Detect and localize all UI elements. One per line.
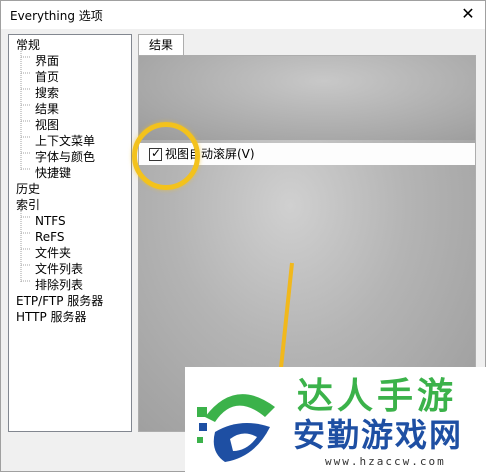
tree-item[interactable]: 上下文菜单 xyxy=(35,133,95,149)
tree-item[interactable]: 排除列表 xyxy=(35,277,83,293)
settings-tree[interactable]: 常规 界面 首页 搜索 结果 视图 上下文菜单 字体与颜色 快捷键 历史 索引 NTFS ReFS 文件夹… xyxy=(8,34,132,432)
tree-item[interactable]: 历史 xyxy=(16,181,40,197)
tree-item[interactable]: 索引 xyxy=(16,197,40,213)
tree-item[interactable]: 视图 xyxy=(35,117,59,133)
tab-results[interactable]: 结果 xyxy=(138,34,184,56)
tree-item[interactable]: ETP/FTP 服务器 xyxy=(16,293,103,309)
tree-item[interactable]: 文件列表 xyxy=(35,261,83,277)
watermark-main-text: 安勤游戏网 xyxy=(293,416,464,454)
highlight-circle xyxy=(132,122,200,190)
panel-blurred-area xyxy=(139,56,475,140)
tree-item[interactable]: 文件夹 xyxy=(35,245,71,261)
tree-item[interactable]: 字体与颜色 xyxy=(35,149,95,165)
options-window: Everything 选项 ✕ 常规 界面 首页 搜索 结果 视图 上下文菜单 … xyxy=(0,0,486,472)
watermark: 达人手游 安勤游戏网 www.hzaccw.com xyxy=(185,367,486,472)
tree-item[interactable]: 首页 xyxy=(35,69,59,85)
watermark-url: www.hzaccw.com xyxy=(325,455,446,468)
tree-item[interactable]: 界面 xyxy=(35,53,59,69)
tree-item[interactable]: HTTP 服务器 xyxy=(16,309,87,325)
tree-item[interactable]: 快捷键 xyxy=(35,165,71,181)
tree-item[interactable]: ReFS xyxy=(35,229,65,245)
tree-item[interactable]: 常规 xyxy=(16,37,40,53)
watermark-top-text: 达人手游 xyxy=(297,376,458,417)
tree-item[interactable]: 搜索 xyxy=(35,85,59,101)
window-title: Everything 选项 xyxy=(10,9,103,23)
title-bar: Everything 选项 ✕ xyxy=(1,1,485,29)
tree-item[interactable]: NTFS xyxy=(35,213,66,229)
site-logo-icon xyxy=(197,394,275,462)
tree-item[interactable]: 结果 xyxy=(35,101,59,117)
close-icon[interactable]: ✕ xyxy=(457,3,479,25)
